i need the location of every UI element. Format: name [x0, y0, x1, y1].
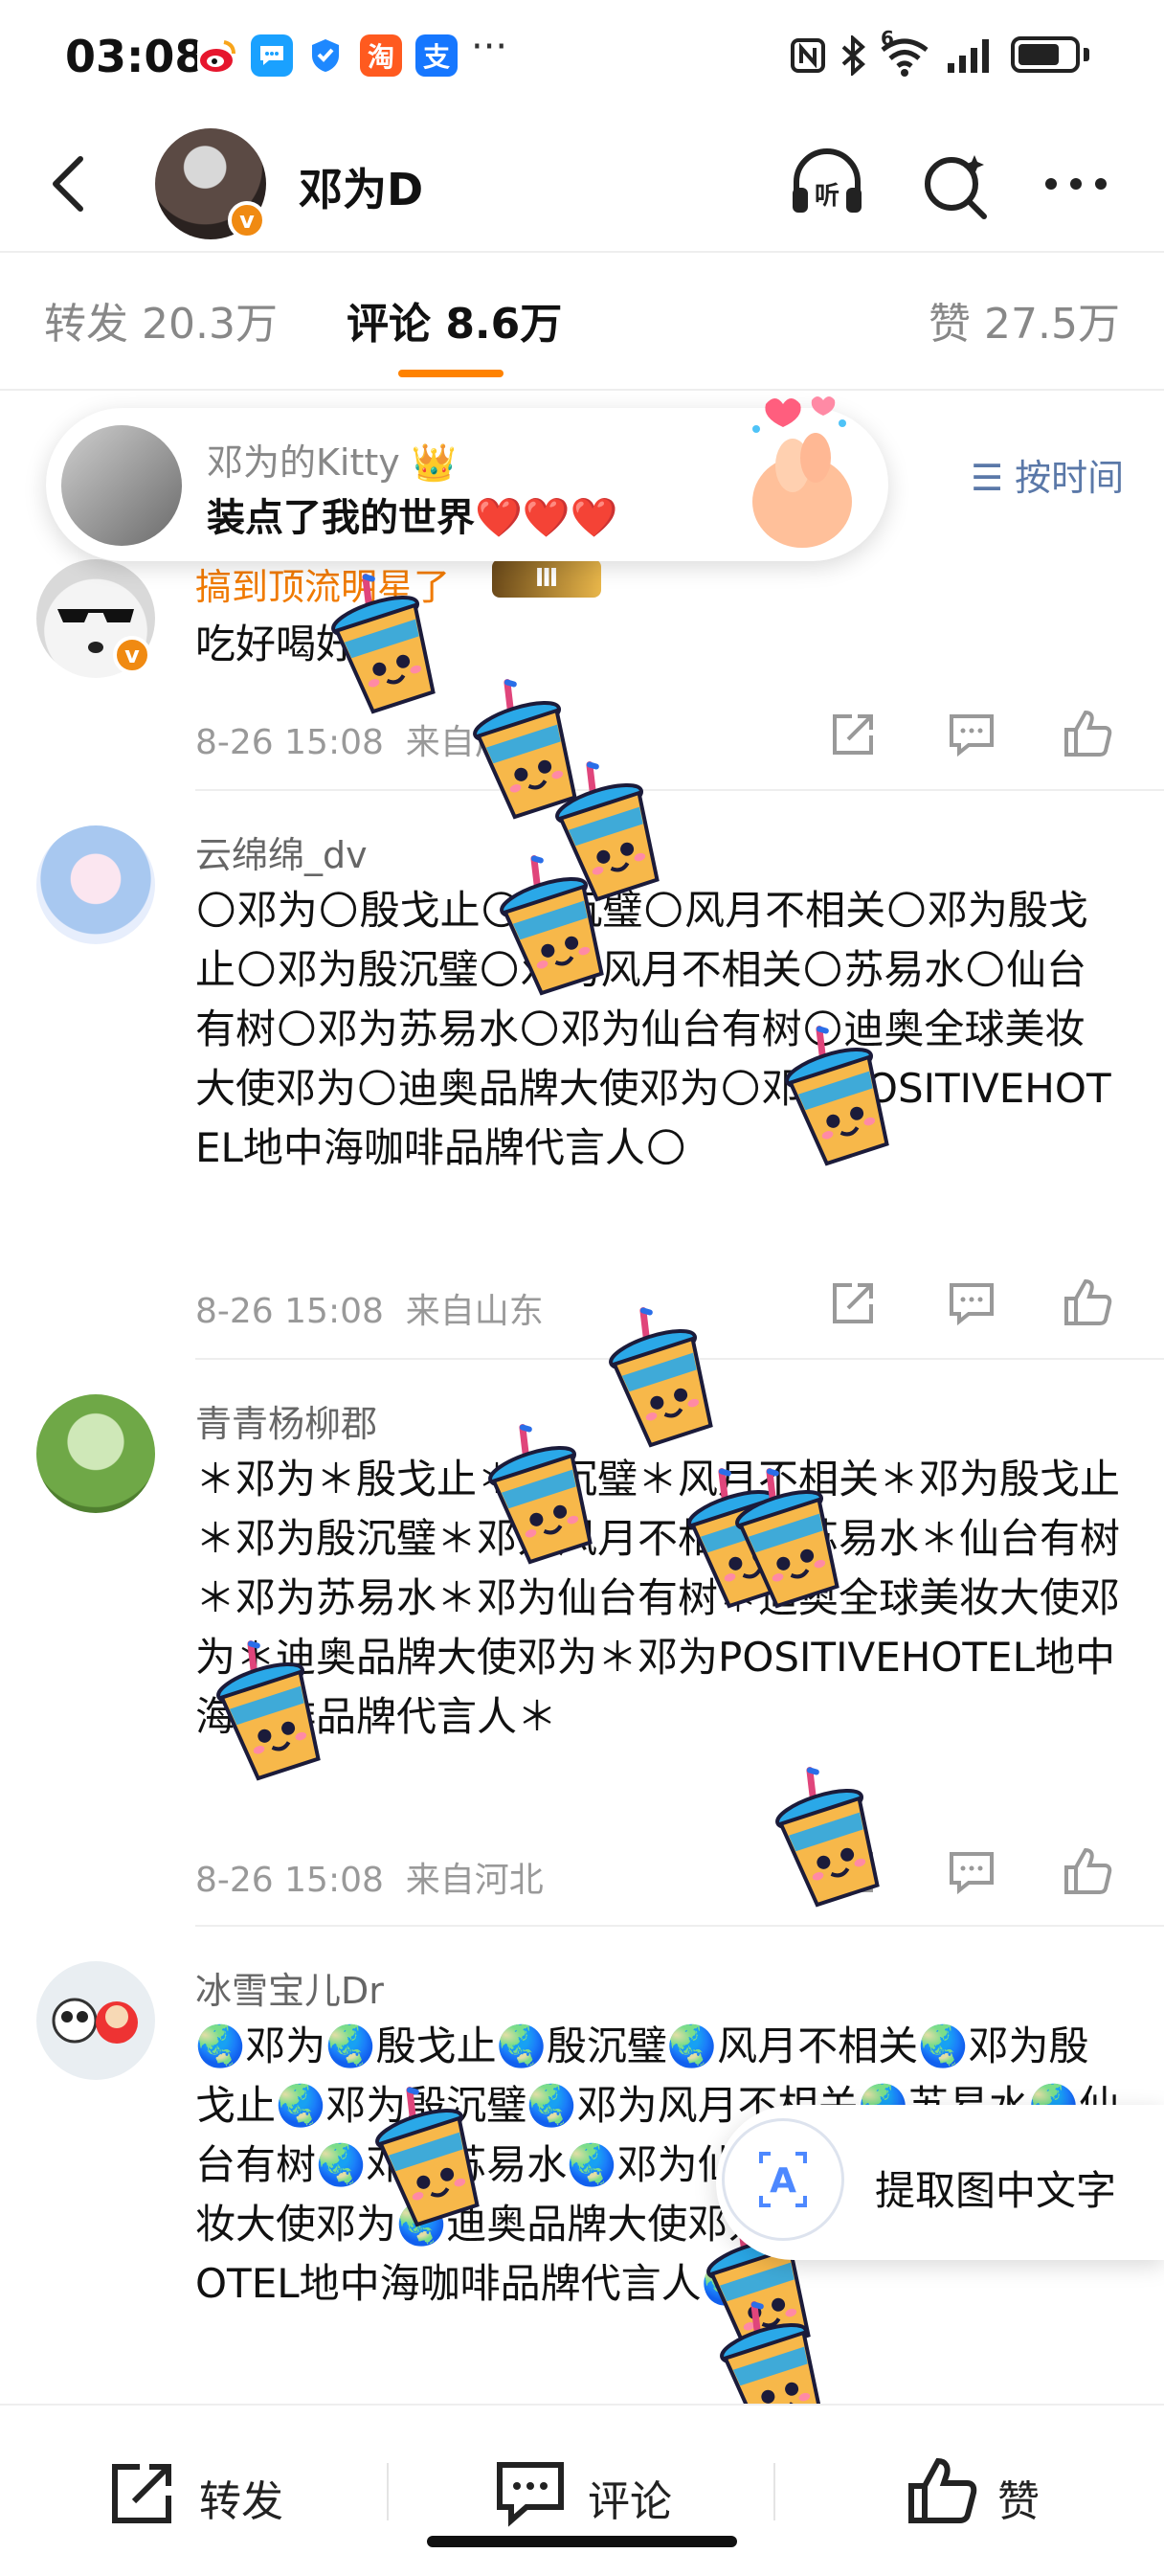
comment-meta: 8-26 15:08 来自山东: [195, 1283, 544, 1333]
comment-time: 8-26 15:08: [195, 1292, 384, 1331]
comment-button[interactable]: 评论: [588, 2467, 672, 2528]
sort-label: 按时间: [1015, 457, 1125, 499]
comment-time: 8-26 15:08: [195, 1861, 384, 1900]
like-icon[interactable]: [1063, 707, 1114, 758]
listen-glyph: 听: [815, 182, 839, 211]
extract-text-icon[interactable]: A: [722, 2118, 844, 2241]
gift-message: 装点了我的世界❤️❤️❤️: [207, 496, 618, 540]
home-indicator[interactable]: [427, 2536, 737, 2547]
gift-sender-label: 邓为的Kitty: [207, 441, 400, 484]
comment-text: 🌕邓为🌕殷戈止🌕殷沉璧🌕风月不相关🌕邓为殷戈止🌕邓为殷沉璧🌕邓为风月不相关🌕苏易…: [195, 887, 1111, 1171]
verified-badge-icon: v: [113, 636, 151, 674]
fan-level-badge: Ⅲ: [492, 559, 601, 598]
comment-time: 8-26 15:08: [195, 723, 384, 762]
more-button[interactable]: [1036, 144, 1116, 224]
comment-meta: 8-26 15:08 来自河北: [195, 1852, 544, 1902]
search-button[interactable]: [915, 144, 996, 224]
share-icon[interactable]: [827, 709, 879, 760]
verified-badge-icon: v: [228, 201, 266, 239]
comment-divider: [195, 1925, 1164, 1927]
tab-comments[interactable]: 评论 8.6万: [347, 289, 562, 350]
comment-location: 来自河北: [405, 1861, 544, 1900]
more-notifications-icon: ···: [471, 25, 508, 69]
svg-text:A: A: [770, 2161, 796, 2201]
comment-text: ＊邓为＊殷戈止＊殷沉璧＊风月不相关＊邓为殷戈止＊邓为殷沉璧＊邓为风月不相关＊苏易…: [195, 1456, 1121, 1740]
finger-heart-icon: [728, 391, 871, 554]
taobao-icon: 淘: [360, 34, 402, 77]
comment-divider: [195, 789, 1164, 791]
reply-icon[interactable]: [946, 1846, 997, 1898]
tab-repost[interactable]: 转发 20.3万: [44, 289, 278, 350]
listen-button[interactable]: 听: [787, 144, 867, 224]
tab-likes[interactable]: 赞 27.5万: [929, 289, 1120, 350]
comment-username[interactable]: 云绵绵_dv: [195, 825, 368, 878]
wifi-icon: 6: [877, 27, 932, 77]
gift-sender-name: 邓为的Kitty 👑: [207, 433, 457, 486]
like-icon[interactable]: [1063, 1844, 1114, 1896]
reply-icon[interactable]: [946, 1277, 997, 1329]
like-icon[interactable]: [1063, 1276, 1114, 1327]
bluetooth-icon: [839, 34, 867, 77]
status-time: 03:08: [65, 31, 206, 82]
comment-username[interactable]: 冰雪宝儿Dr: [195, 1961, 384, 2014]
repost-icon[interactable]: [107, 2459, 180, 2526]
profile-name[interactable]: 邓为D: [299, 155, 423, 218]
repost-button[interactable]: 转发: [199, 2467, 283, 2528]
crown-icon: 👑: [411, 441, 458, 484]
comment-icon[interactable]: [494, 2457, 567, 2528]
sort-by-time-button[interactable]: ☰ 按时间: [971, 448, 1124, 501]
reply-icon[interactable]: [946, 709, 997, 760]
shield-icon: [304, 34, 347, 77]
weibo-icon: [197, 34, 239, 77]
battery-level: [1018, 44, 1059, 65]
sort-icon: ☰: [971, 457, 1004, 499]
like-button[interactable]: 赞: [997, 2467, 1040, 2528]
comment-avatar[interactable]: [36, 1961, 155, 2080]
battery-icon: [1011, 36, 1080, 73]
extract-text-label[interactable]: 提取图中文字: [875, 2158, 1116, 2217]
like-button-icon[interactable]: [906, 2453, 978, 2526]
active-tab-indicator: [398, 370, 504, 377]
gift-sender-avatar: [61, 425, 182, 546]
comment-avatar[interactable]: [36, 825, 155, 944]
back-button[interactable]: [38, 146, 96, 222]
bubble-tea-sticker-icon: [590, 1292, 734, 1461]
message-icon: [251, 34, 293, 77]
nfc-icon: [789, 34, 827, 77]
comment-username[interactable]: 青青杨柳郡: [195, 1394, 377, 1447]
alipay-icon: 支: [415, 34, 458, 77]
bar-separator: [387, 2463, 389, 2520]
battery-tip: [1084, 48, 1089, 61]
share-icon[interactable]: [827, 1277, 879, 1329]
signal-icon: [946, 34, 994, 77]
status-bar: 03:08 淘 支 ··· 6: [0, 0, 1164, 115]
bar-separator: [773, 2463, 775, 2520]
comment-location: 来自山东: [405, 1292, 544, 1331]
wifi-label: 6: [881, 27, 894, 50]
comment-avatar[interactable]: [36, 1394, 155, 1513]
